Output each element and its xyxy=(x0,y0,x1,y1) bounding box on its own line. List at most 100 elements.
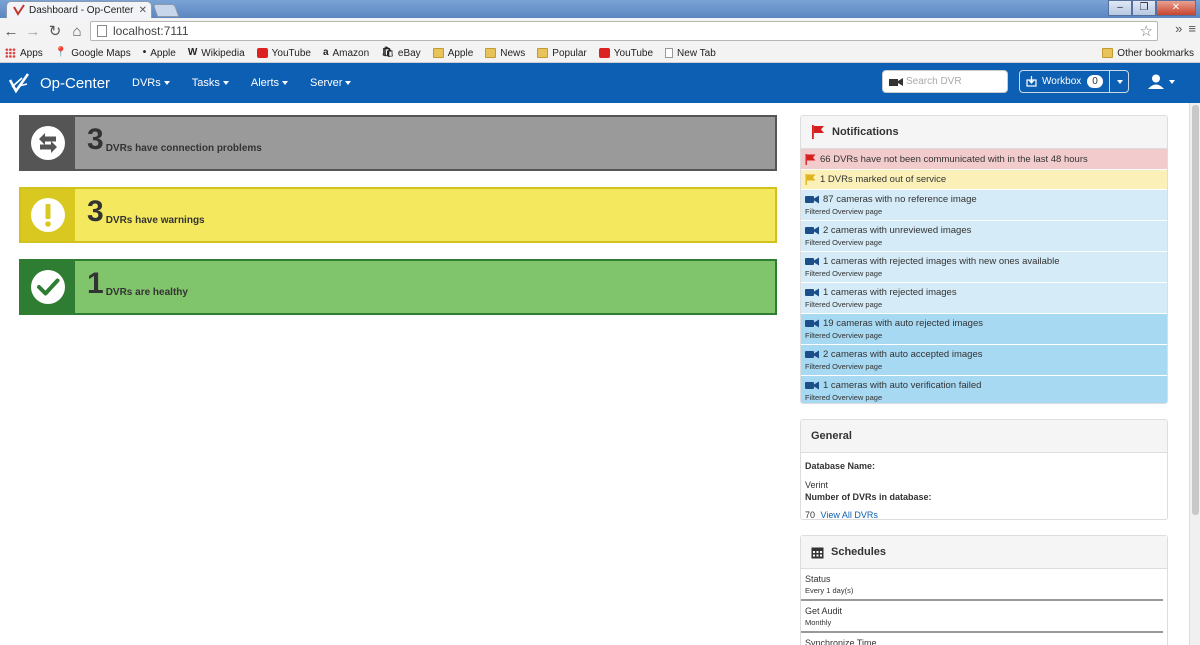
search-dvr-input[interactable] xyxy=(906,76,1006,87)
notification-text: 1 DVRs marked out of service xyxy=(820,174,947,185)
schedules-panel: Schedules Status Every 1 day(s) Get Audit M… xyxy=(800,535,1168,645)
restore-icon[interactable]: ❐ xyxy=(1132,0,1156,16)
notification-subtext[interactable]: Filtered Overview page xyxy=(805,207,1167,216)
notification-item[interactable]: 19 cameras with auto rejected images Filt… xyxy=(801,314,1167,345)
schedule-frequency: Monthly xyxy=(805,618,832,627)
schedules-title: Schedules xyxy=(831,546,887,558)
minimize-icon[interactable]: – xyxy=(1108,0,1132,16)
window-close-icon[interactable]: ✕ xyxy=(1156,0,1196,16)
bookmark-item[interactable]: 📍 Google Maps xyxy=(55,48,131,59)
workbox-dropdown-toggle[interactable] xyxy=(1110,71,1128,92)
bookmark-label: Google Maps xyxy=(71,47,131,59)
video-camera-icon xyxy=(805,226,819,235)
notification-subtext[interactable]: Filtered Overview page xyxy=(805,331,1167,340)
video-camera-icon xyxy=(805,350,819,359)
bookmark-label: Apps xyxy=(20,47,43,59)
brand-name: Op-Center xyxy=(40,74,111,92)
bookmark-item[interactable]: Popular xyxy=(537,48,587,59)
maps-icon: 📍 xyxy=(54,47,68,58)
apps-grid-icon xyxy=(5,48,16,58)
scrollbar-thumb[interactable] xyxy=(1192,105,1199,515)
schedule-item[interactable]: Synchronize Time xyxy=(801,633,1163,645)
user-menu[interactable] xyxy=(1148,74,1175,89)
url-input[interactable] xyxy=(113,24,1140,38)
browser-tab[interactable]: Dashboard - Op-Center S ✕ xyxy=(6,1,152,18)
extensions-overflow-icon[interactable]: » xyxy=(1175,21,1182,36)
database-name-label: Database Name: xyxy=(805,461,876,471)
warnings-status[interactable]: 3 DVRs have warnings xyxy=(19,187,777,243)
video-camera-icon xyxy=(805,257,819,266)
bookmark-label: Apple xyxy=(150,47,176,59)
app-navbar: Op-Center DVRs Tasks Alerts Server Workb… xyxy=(0,63,1200,103)
bookmark-item[interactable]: • Apple xyxy=(143,48,176,59)
notification-text-row: 1 DVRs marked out of service xyxy=(805,174,1167,185)
general-header: General xyxy=(801,420,1167,453)
menu-alerts[interactable]: Alerts xyxy=(250,77,289,89)
folder-icon xyxy=(485,48,497,58)
bookmarks-bar: Apps 📍 Google Maps • Apple W Wikipedia YouTube a… xyxy=(0,44,1200,63)
caret-down-icon xyxy=(222,81,229,85)
notification-item[interactable]: 1 cameras with rejected images with new … xyxy=(801,252,1167,283)
notification-text-row: 2 cameras with auto accepted images xyxy=(805,349,1167,360)
bookmark-item[interactable]: YouTube xyxy=(598,48,653,59)
brand[interactable]: Op-Center xyxy=(8,72,110,94)
toolbar-extras: » ≡ xyxy=(1175,21,1196,36)
notification-item[interactable]: 66 DVRs have not been communicated with … xyxy=(801,149,1167,170)
warnings-label: DVRs have warnings xyxy=(105,215,205,226)
chrome-menu-icon[interactable]: ≡ xyxy=(1188,21,1196,36)
notification-text: 1 cameras with rejected images with new … xyxy=(823,256,1060,267)
yellow-flag-icon xyxy=(805,174,816,185)
bookmark-item[interactable]: 🛍 eBay xyxy=(381,48,421,59)
notification-item[interactable]: 1 cameras with rejected images Filtered O… xyxy=(801,283,1167,314)
reload-icon[interactable]: ↻ xyxy=(44,20,66,42)
notification-subtext[interactable]: Filtered Overview page xyxy=(805,300,1167,309)
notification-item[interactable]: 2 cameras with auto accepted images Filte… xyxy=(801,345,1167,376)
youtube-icon xyxy=(598,48,610,58)
notification-subtext[interactable]: Filtered Overview page xyxy=(805,238,1167,247)
notification-item[interactable]: 1 DVRs marked out of service xyxy=(801,170,1167,190)
search-dvr-box[interactable] xyxy=(882,70,1008,93)
forward-arrow-icon[interactable]: → xyxy=(22,20,44,42)
healthy-count: 1 xyxy=(87,267,104,300)
page-scrollbar[interactable] xyxy=(1189,103,1200,645)
notification-text: 2 cameras with auto accepted images xyxy=(823,349,983,360)
schedule-item[interactable]: Status Every 1 day(s) xyxy=(801,569,1163,601)
menu-dvrs[interactable]: DVRs xyxy=(132,77,170,89)
red-flag-icon xyxy=(805,153,816,165)
workbox-button[interactable]: Workbox 0 xyxy=(1020,71,1110,92)
schedule-item[interactable]: Get Audit Monthly xyxy=(801,601,1163,633)
notification-subtext[interactable]: Filtered Overview page xyxy=(805,269,1167,278)
view-all-dvrs-link[interactable]: View All DVRs xyxy=(821,510,878,520)
schedules-list: Status Every 1 day(s) Get Audit Monthly Sync… xyxy=(801,569,1167,645)
tab-close-icon[interactable]: ✕ xyxy=(139,5,147,16)
video-camera-icon xyxy=(805,319,819,328)
bookmark-star-icon[interactable]: ☆ xyxy=(1140,22,1153,40)
notification-item[interactable]: 1 cameras with auto verification failed F… xyxy=(801,376,1167,403)
notification-item[interactable]: 87 cameras with no reference image Filter… xyxy=(801,190,1167,221)
connection-problems-status[interactable]: 3 DVRs have connection problems xyxy=(19,115,777,171)
notification-subtext[interactable]: Filtered Overview page xyxy=(805,362,1167,371)
bookmark-item[interactable]: New Tab xyxy=(665,48,716,59)
menu-tasks[interactable]: Tasks xyxy=(192,77,229,89)
bookmark-item[interactable]: YouTube xyxy=(256,48,311,59)
healthy-status[interactable]: 1 DVRs are healthy xyxy=(19,259,777,315)
schedules-header: Schedules xyxy=(801,536,1167,569)
new-tab-button[interactable] xyxy=(152,4,180,17)
bookmark-item[interactable]: Apple xyxy=(432,48,473,59)
bookmark-item[interactable]: W Wikipedia xyxy=(188,48,245,59)
bookmark-item[interactable]: News xyxy=(485,48,525,59)
address-bar[interactable]: ☆ xyxy=(90,21,1158,41)
user-icon xyxy=(1148,74,1164,89)
notification-item[interactable]: 2 cameras with unreviewed images Filtered… xyxy=(801,221,1167,252)
menu-alerts-label: Alerts xyxy=(250,77,280,89)
notification-subtext[interactable]: Filtered Overview page xyxy=(805,393,1167,402)
schedule-name: Get Audit xyxy=(805,606,843,616)
bookmark-item[interactable]: a Amazon xyxy=(323,48,369,59)
general-title: General xyxy=(811,430,852,442)
home-icon[interactable]: ⌂ xyxy=(66,20,88,42)
connection-count: 3 xyxy=(87,123,104,156)
bookmark-item[interactable]: Apps xyxy=(5,48,43,59)
back-arrow-icon[interactable]: ← xyxy=(0,20,22,42)
menu-server[interactable]: Server xyxy=(310,77,352,89)
other-bookmarks[interactable]: Other bookmarks xyxy=(1102,48,1194,59)
